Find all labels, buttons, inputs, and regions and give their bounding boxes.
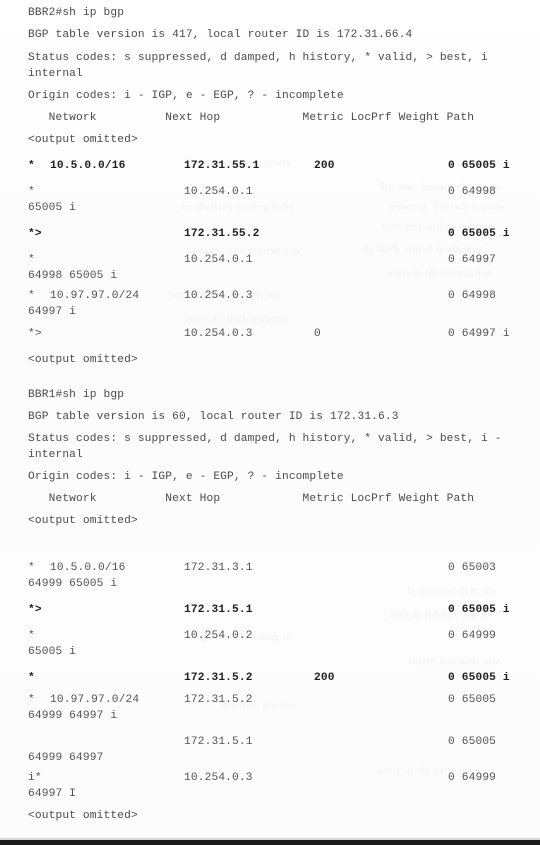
row-path-wrap: 65005 i <box>28 202 77 214</box>
row-next-hop: 10.254.0.1 <box>184 186 253 198</box>
row-path-wrap: 64999 64997 i <box>28 710 118 722</box>
row-path-wrap: 65005 i <box>28 646 77 658</box>
row-flag: * <box>28 160 35 172</box>
row-weight-path: 0 64997 <box>448 254 497 266</box>
row-metric: 0 <box>314 328 321 340</box>
row-flag: *> <box>28 328 42 340</box>
bbr2-prompt-line: BBR2#sh ip bgp <box>28 7 125 19</box>
row-path-wrap: 64998 65005 i <box>28 270 118 282</box>
row-next-hop: 172.31.5.1 <box>184 604 253 616</box>
row-weight-path: 0 65005 i <box>448 604 510 616</box>
row-network: 10.97.97.0/24 <box>50 694 140 706</box>
row-metric: 200 <box>314 672 335 684</box>
row-next-hop: 10.254.0.2 <box>184 630 253 642</box>
bbr1-table-version-line: BGP table version is 60, local router ID… <box>28 411 399 423</box>
bbr2-output-omitted-bottom: <output omitted> <box>28 354 138 366</box>
row-network: 10.5.0.0/16 <box>50 562 126 574</box>
row-weight-path: 0 65005 i <box>448 228 510 240</box>
row-weight-path: 0 64999 <box>448 772 497 784</box>
row-path-wrap: 64997 i <box>28 306 77 318</box>
bbr2-status-codes-line: Status codes: s suppressed, d damped, h … <box>28 52 488 64</box>
row-flag: * <box>28 672 35 684</box>
row-flag: * <box>28 290 35 302</box>
row-flag: * <box>28 186 35 198</box>
bbr2-status-codes-wrap: internal <box>28 68 83 80</box>
row-flag: * <box>28 562 35 574</box>
row-flag: i* <box>28 772 42 784</box>
row-next-hop: 172.31.55.2 <box>184 228 260 240</box>
page-bottom-rule <box>0 840 540 845</box>
bbr1-output-omitted-top: <output omitted> <box>28 515 138 527</box>
row-next-hop: 172.31.5.2 <box>184 694 253 706</box>
row-path-wrap: 64999 64997 <box>28 752 104 764</box>
row-network: 10.5.0.0/16 <box>50 160 126 172</box>
row-weight-path: 0 65005 <box>448 694 497 706</box>
bbr1-origin-codes-line: Origin codes: i - IGP, e - EGP, ? - inco… <box>28 471 344 483</box>
row-next-hop: 10.254.0.3 <box>184 328 253 340</box>
bbr2-origin-codes-line: Origin codes: i - IGP, e - EGP, ? - inco… <box>28 90 344 102</box>
bbr1-status-codes-wrap: internal <box>28 449 83 461</box>
row-flag: * <box>28 694 35 706</box>
row-next-hop: 10.254.0.3 <box>184 772 253 784</box>
bbr1-output-omitted-bottom: <output omitted> <box>28 810 138 822</box>
row-weight-path: 0 65003 <box>448 562 497 574</box>
row-next-hop: 172.31.55.1 <box>184 160 260 172</box>
row-weight-path: 0 65005 i <box>448 672 510 684</box>
row-next-hop: 172.31.5.1 <box>184 736 253 748</box>
row-metric: 200 <box>314 160 335 172</box>
row-weight-path: 0 64999 <box>448 630 497 642</box>
bbr2-table-version-line: BGP table version is 417, local router I… <box>28 29 413 41</box>
row-path-wrap: 64997 I <box>28 788 77 800</box>
bbr2-table-header: Network Next Hop Metric LocPrf Weight Pa… <box>28 112 475 124</box>
row-next-hop: 10.254.0.3 <box>184 290 253 302</box>
row-flag: * <box>28 254 35 266</box>
row-flag: * <box>28 630 35 642</box>
row-next-hop: 172.31.3.1 <box>184 562 253 574</box>
bbr2-output-omitted-top: <output omitted> <box>28 134 138 146</box>
bbr1-status-codes-line: Status codes: s suppressed, d damped, h … <box>28 433 502 445</box>
bbr1-table-header: Network Next Hop Metric LocPrf Weight Pa… <box>28 493 475 505</box>
row-weight-path: 0 65005 i <box>448 160 510 172</box>
row-next-hop: 172.31.5.2 <box>184 672 253 684</box>
console-output: BBR2#sh ip bgp BGP table version is 417,… <box>0 0 540 845</box>
scanned-page: ua ananb .nwonsl raen roF etuor a si ere… <box>0 0 540 845</box>
row-weight-path: 0 64997 i <box>448 328 510 340</box>
row-weight-path: 0 64998 <box>448 186 497 198</box>
row-flag: *> <box>28 228 42 240</box>
row-next-hop: 10.254.0.1 <box>184 254 253 266</box>
row-path-wrap: 64999 65005 i <box>28 578 118 590</box>
row-weight-path: 0 65005 <box>448 736 497 748</box>
row-weight-path: 0 64998 <box>448 290 497 302</box>
row-network: 10.97.97.0/24 <box>50 290 140 302</box>
bbr1-prompt-line: BBR1#sh ip bgp <box>28 389 125 401</box>
row-flag: *> <box>28 604 42 616</box>
